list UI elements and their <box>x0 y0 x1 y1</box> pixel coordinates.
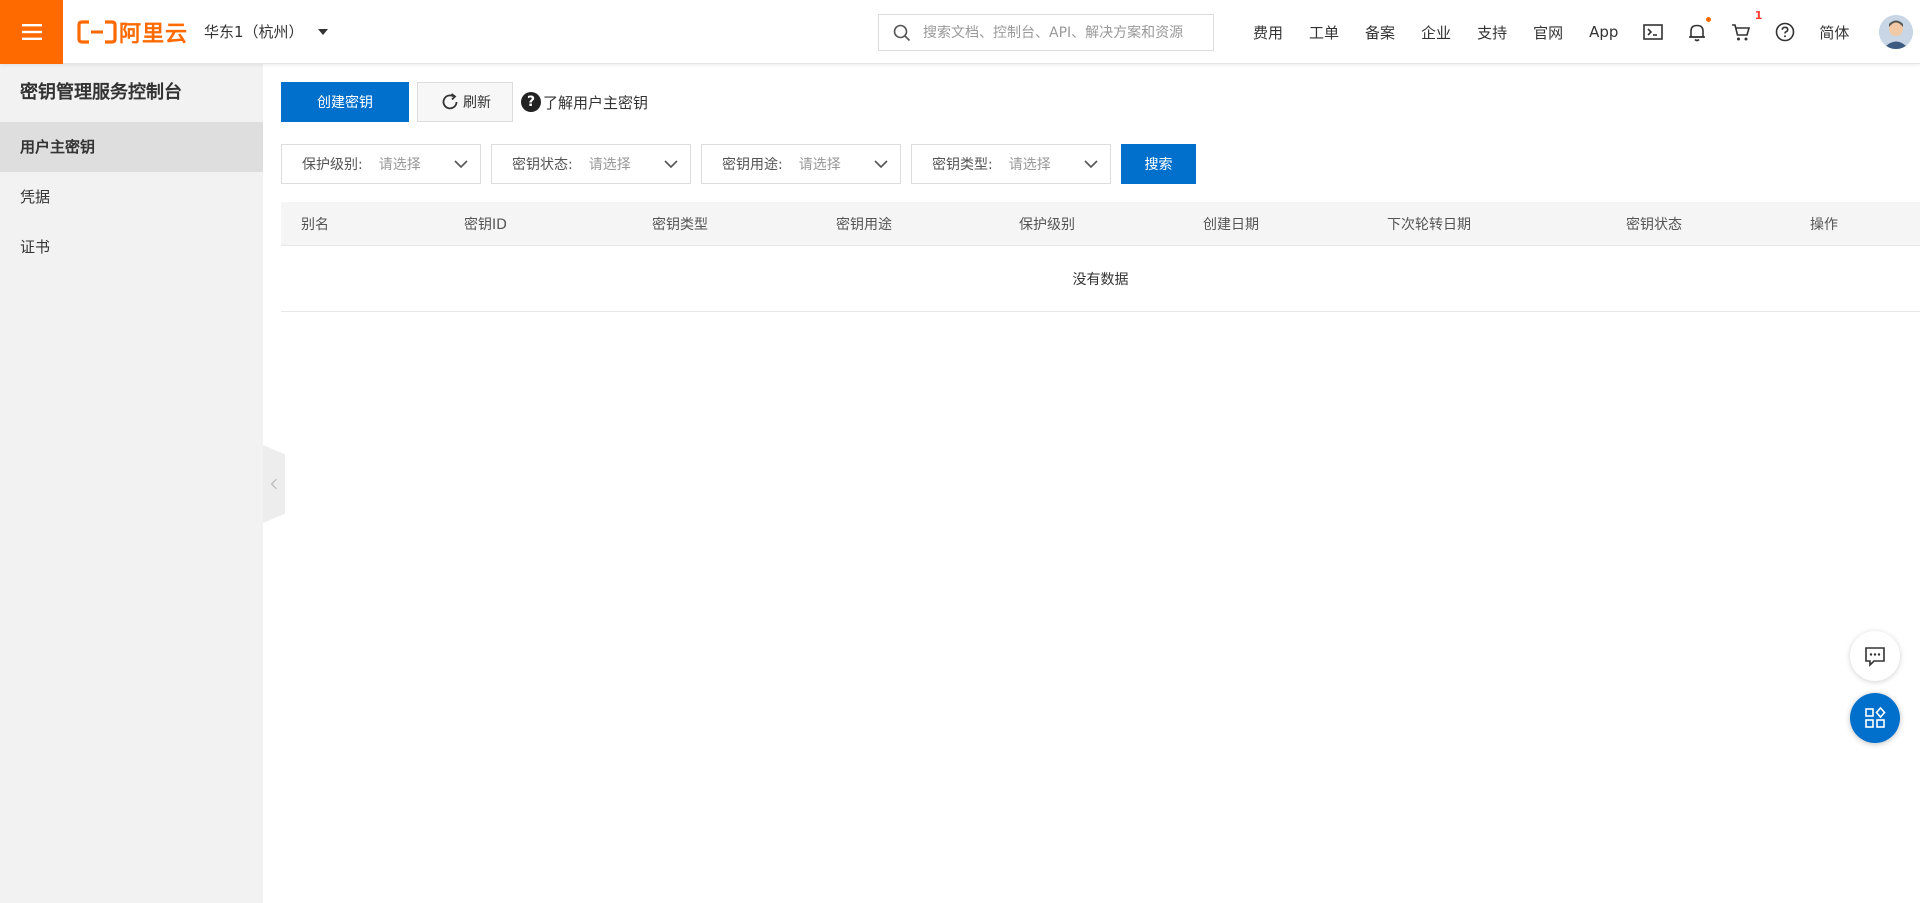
chevron-down-icon <box>454 160 468 169</box>
region-selector[interactable]: 华东1（杭州） <box>204 21 328 42</box>
nav-enterprise[interactable]: 企业 <box>1421 22 1451 43</box>
column-header-key-state: 密钥状态 <box>1626 216 1682 233</box>
filter-label: 密钥类型: <box>932 157 993 173</box>
cart-icon <box>1732 24 1751 41</box>
quick-apps-button[interactable] <box>1850 693 1900 743</box>
column-header-key-usage: 密钥用途 <box>836 216 892 233</box>
chevron-down-icon <box>664 160 678 169</box>
learn-cmk-link[interactable]: ? 了解用户主密钥 <box>521 92 648 113</box>
language-switch[interactable]: 简体 <box>1819 22 1849 43</box>
nav-official-site[interactable]: 官网 <box>1533 22 1563 43</box>
nav-support[interactable]: 支持 <box>1477 22 1507 43</box>
column-header-key-type: 密钥类型 <box>652 216 708 233</box>
notification-dot <box>1706 17 1712 22</box>
search-button[interactable]: 搜索 <box>1121 144 1196 184</box>
notifications-button[interactable] <box>1686 17 1712 43</box>
apps-grid-icon <box>1865 706 1886 728</box>
help-circle-icon: ? <box>521 92 541 112</box>
column-header-alias: 别名 <box>301 216 329 233</box>
region-label: 华东1（杭州） <box>204 23 304 41</box>
nav-app[interactable]: App <box>1589 23 1618 41</box>
nav-tickets[interactable]: 工单 <box>1309 22 1339 43</box>
nav-icp-filing[interactable]: 备案 <box>1365 22 1395 43</box>
filter-value: 请选择 <box>798 157 841 173</box>
top-nav: 费用 工单 备案 企业 支持 官网 App 1 简体 <box>1240 0 1914 64</box>
question-circle-icon <box>1776 22 1795 42</box>
menu-icon <box>21 23 42 40</box>
sidebar-title: 密钥管理服务控制台 <box>20 82 182 103</box>
top-navigation-bar: 阿里云 华东1（杭州） 费用 工单 备案 企业 支持 官网 App <box>0 0 1920 64</box>
bell-icon <box>1689 24 1706 42</box>
search-icon <box>893 24 911 41</box>
cart-button[interactable]: 1 <box>1730 9 1762 43</box>
chevron-down-icon <box>1084 160 1098 169</box>
avatar-icon <box>1879 15 1914 49</box>
key-type-select[interactable]: 密钥类型: 请选择 <box>911 144 1111 184</box>
protection-level-select[interactable]: 保护级别: 请选择 <box>281 144 481 184</box>
column-header-actions: 操作 <box>1810 216 1838 233</box>
column-header-protection-level: 保护级别 <box>1019 216 1075 233</box>
filter-value: 请选择 <box>588 157 631 173</box>
toolbar: 创建密钥 刷新 ? 了解用户主密钥 <box>281 82 648 122</box>
key-usage-select[interactable]: 密钥用途: 请选择 <box>701 144 901 184</box>
filter-bar: 保护级别: 请选择 密钥状态: 请选择 密钥用途: 请选择 密钥类型: 请选择 … <box>281 144 1196 184</box>
terminal-icon <box>1643 24 1664 40</box>
sidebar-item-cmk[interactable]: 用户主密钥 <box>0 122 263 172</box>
table-body: 没有数据 <box>281 246 1920 312</box>
chevron-left-icon <box>270 478 277 490</box>
chat-icon <box>1865 647 1885 667</box>
learn-cmk-label: 了解用户主密钥 <box>543 93 649 112</box>
refresh-icon <box>442 93 458 110</box>
nav-billing[interactable]: 费用 <box>1253 22 1283 43</box>
filter-label: 保护级别: <box>302 157 363 173</box>
filter-value: 请选择 <box>1008 157 1051 173</box>
caret-down-icon <box>317 28 328 35</box>
chevron-down-icon <box>874 160 888 169</box>
sidebar-item-certificates[interactable]: 证书 <box>0 222 263 272</box>
main-content: 创建密钥 刷新 ? 了解用户主密钥 保护级别: 请选择 密钥状态: 请选择 密钥… <box>281 64 1920 903</box>
aliyun-logo-icon <box>77 19 117 44</box>
refresh-label: 刷新 <box>463 95 491 111</box>
aliyun-logo[interactable]: 阿里云 <box>77 0 188 64</box>
logo-text: 阿里云 <box>119 21 189 47</box>
create-key-button[interactable]: 创建密钥 <box>281 82 409 122</box>
global-search[interactable] <box>878 14 1214 51</box>
cart-count-badge: 1 <box>1754 9 1763 22</box>
keys-table: 别名 密钥ID 密钥类型 密钥用途 保护级别 创建日期 下次轮转日期 密钥状态 … <box>281 202 1920 312</box>
column-header-creation-date: 创建日期 <box>1203 216 1259 233</box>
sidebar-item-secrets[interactable]: 凭据 <box>0 172 263 222</box>
hamburger-menu-button[interactable] <box>0 0 63 64</box>
chat-support-button[interactable] <box>1850 631 1900 681</box>
empty-state-text: 没有数据 <box>1072 271 1129 288</box>
search-input[interactable] <box>923 24 1213 41</box>
user-avatar[interactable] <box>1879 15 1914 49</box>
cloud-shell-button[interactable] <box>1642 21 1664 43</box>
key-state-select[interactable]: 密钥状态: 请选择 <box>491 144 691 184</box>
column-header-next-rotation: 下次轮转日期 <box>1387 216 1471 233</box>
refresh-button[interactable]: 刷新 <box>417 82 513 122</box>
help-button[interactable] <box>1774 21 1796 43</box>
sidebar: 密钥管理服务控制台 用户主密钥 凭据 证书 <box>0 64 263 903</box>
filter-label: 密钥用途: <box>722 157 783 173</box>
filter-label: 密钥状态: <box>512 157 573 173</box>
table-header: 别名 密钥ID 密钥类型 密钥用途 保护级别 创建日期 下次轮转日期 密钥状态 … <box>281 202 1920 246</box>
filter-value: 请选择 <box>378 157 421 173</box>
column-header-key-id: 密钥ID <box>464 216 507 233</box>
